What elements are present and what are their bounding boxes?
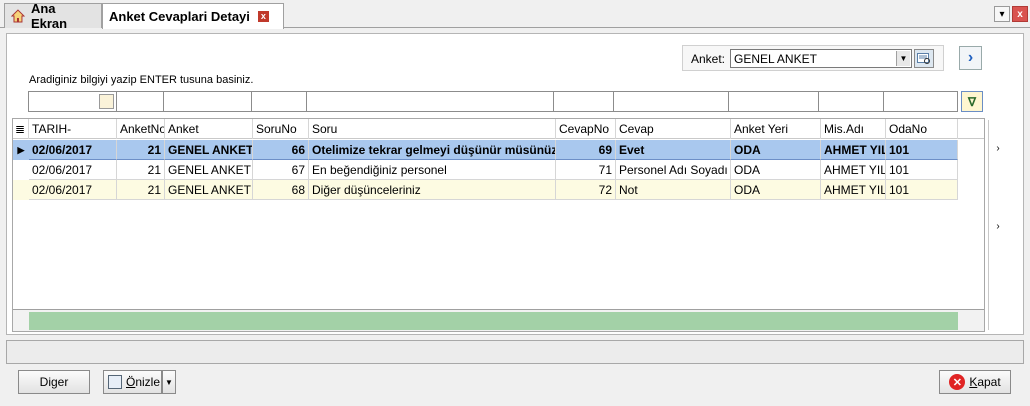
table-cell: Otelimize tekrar gelmeyi düşünür müsünüz xyxy=(309,140,556,160)
grid-footer xyxy=(13,309,984,331)
row-indicator-icon: ▶ xyxy=(17,144,25,155)
table-cell: En beğendiğiniz personel xyxy=(309,160,556,180)
table-row[interactable]: ▶ 02/06/2017 21 GENEL ANKET 66 Otelimize… xyxy=(13,140,958,160)
window-close-button[interactable]: x xyxy=(1012,6,1028,22)
table-cell: 72 xyxy=(556,180,616,200)
button-label-mnemonic: Ö xyxy=(126,375,136,389)
filter-odano-input[interactable] xyxy=(883,91,958,112)
tab-label: Anket Cevaplari Detayi xyxy=(109,9,250,24)
table-cell: 66 xyxy=(253,140,309,160)
filter-anket-input[interactable] xyxy=(163,91,252,112)
column-header[interactable]: SoruNo xyxy=(253,119,309,139)
status-bar xyxy=(6,340,1024,364)
column-header[interactable]: Soru xyxy=(309,119,556,139)
anket-label: Anket: xyxy=(691,52,726,66)
table-cell: ODA xyxy=(731,180,821,200)
filter-soru-input[interactable] xyxy=(306,91,554,112)
column-header[interactable]: CevapNo xyxy=(556,119,616,139)
search-hint: Aradiginiz bilgiyi yazip ENTER tusuna ba… xyxy=(29,74,254,86)
tab-label: Ana Ekran xyxy=(30,1,68,31)
anket-selector: Anket: GENEL ANKET ▼ xyxy=(682,45,944,71)
grid-header: ≣ TARIH- AnketNo Anket SoruNo Soru Cevap… xyxy=(13,119,984,139)
column-header[interactable]: OdaNo xyxy=(886,119,958,139)
filter-anketno-input[interactable] xyxy=(116,91,164,112)
home-icon xyxy=(11,9,25,23)
kapat-button[interactable]: ✕ Kapat xyxy=(939,370,1011,394)
lookup-icon xyxy=(917,52,930,64)
chevron-right-icon: › xyxy=(967,49,974,66)
table-cell: 101 xyxy=(886,160,958,180)
button-label: Önizle xyxy=(126,375,160,389)
filter-soruno-input[interactable] xyxy=(251,91,307,112)
next-button[interactable]: › xyxy=(959,46,982,70)
tab-ana-ekran[interactable]: Ana Ekran xyxy=(4,1,102,31)
table-cell: 21 xyxy=(117,140,165,160)
preview-icon xyxy=(108,375,122,389)
table-row[interactable]: 02/06/2017 21 GENEL ANKET 68 Diğer düşün… xyxy=(13,180,958,200)
dropdown-arrow-icon[interactable]: ▼ xyxy=(896,51,910,66)
column-header[interactable]: TARIH- xyxy=(29,119,117,139)
table-cell: 21 xyxy=(117,160,165,180)
table-cell: AHMET YILDIZ xyxy=(821,140,886,160)
button-label-rest: apat xyxy=(977,375,1001,389)
button-label-rest: nizle xyxy=(135,375,161,389)
table-cell: ODA xyxy=(731,160,821,180)
side-expand-icon[interactable]: › xyxy=(993,220,1003,232)
table-cell: 101 xyxy=(886,140,958,160)
anket-selected-value: GENEL ANKET xyxy=(734,52,817,66)
table-cell: 67 xyxy=(253,160,309,180)
anket-select[interactable]: GENEL ANKET ▼ xyxy=(730,49,912,68)
table-cell: GENEL ANKET xyxy=(165,180,253,200)
close-tab-icon[interactable]: x xyxy=(257,11,269,22)
table-cell: 71 xyxy=(556,160,616,180)
table-cell: 02/06/2017 xyxy=(29,180,117,200)
column-chooser-icon[interactable]: ≣ xyxy=(13,119,29,139)
data-grid: ≣ TARIH- AnketNo Anket SoruNo Soru Cevap… xyxy=(12,118,985,332)
column-header[interactable]: Cevap xyxy=(616,119,731,139)
button-label: Diger xyxy=(39,375,69,389)
table-cell: Evet xyxy=(616,140,731,160)
filter-anket-yeri-input[interactable] xyxy=(728,91,819,112)
column-header[interactable]: Anket xyxy=(165,119,253,139)
filter-mis-adi-input[interactable] xyxy=(818,91,884,112)
table-cell: Diğer düşünceleriniz xyxy=(309,180,556,200)
table-cell: GENEL ANKET xyxy=(165,140,253,160)
table-cell: Personel Adı Soyadı xyxy=(616,160,731,180)
table-cell: 68 xyxy=(253,180,309,200)
grid-summary-bar xyxy=(29,312,958,330)
table-cell: 101 xyxy=(886,180,958,200)
table-cell: 02/06/2017 xyxy=(29,160,117,180)
window-menu-button[interactable]: ▾ xyxy=(994,6,1010,22)
table-cell: 69 xyxy=(556,140,616,160)
filter-clear-button[interactable]: ∇ xyxy=(961,91,983,112)
table-cell: ODA xyxy=(731,140,821,160)
filter-cevapno-input[interactable] xyxy=(553,91,614,112)
chevron-down-icon: ▼ xyxy=(165,377,173,387)
close-circle-icon: ✕ xyxy=(949,374,966,390)
column-header[interactable]: Mis.Adı xyxy=(821,119,886,139)
side-expand-icon[interactable]: › xyxy=(993,142,1003,154)
onizle-button[interactable]: Önizle xyxy=(103,370,162,394)
side-divider xyxy=(988,120,989,330)
tab-anket-cevaplari-detayi[interactable]: Anket Cevaplari Detayi x xyxy=(102,3,284,29)
diger-button[interactable]: Diger xyxy=(18,370,90,394)
button-label: Kapat xyxy=(969,375,1000,389)
column-header[interactable]: Anket Yeri xyxy=(731,119,821,139)
table-cell: GENEL ANKET xyxy=(165,160,253,180)
main-panel: Anket: GENEL ANKET ▼ › Aradiginiz bilgiy… xyxy=(6,33,1024,335)
filter-cevap-input[interactable] xyxy=(613,91,729,112)
table-cell: Not xyxy=(616,180,731,200)
filter-tarih-input[interactable] xyxy=(28,91,117,112)
table-cell: 21 xyxy=(117,180,165,200)
table-cell: 02/06/2017 xyxy=(29,140,117,160)
tab-bar: Ana Ekran Anket Cevaplari Detayi x ▾ x xyxy=(0,0,1030,31)
column-header[interactable]: AnketNo xyxy=(117,119,165,139)
table-cell: AHMET YILDIZ xyxy=(821,180,886,200)
anket-lookup-button[interactable] xyxy=(914,49,934,68)
table-row[interactable]: 02/06/2017 21 GENEL ANKET 67 En beğendiğ… xyxy=(13,160,958,180)
table-cell: AHMET YILDIZ xyxy=(821,160,886,180)
filter-icon: ∇ xyxy=(967,94,977,109)
onizle-dropdown-button[interactable]: ▼ xyxy=(162,370,176,394)
calendar-icon[interactable] xyxy=(99,94,114,109)
